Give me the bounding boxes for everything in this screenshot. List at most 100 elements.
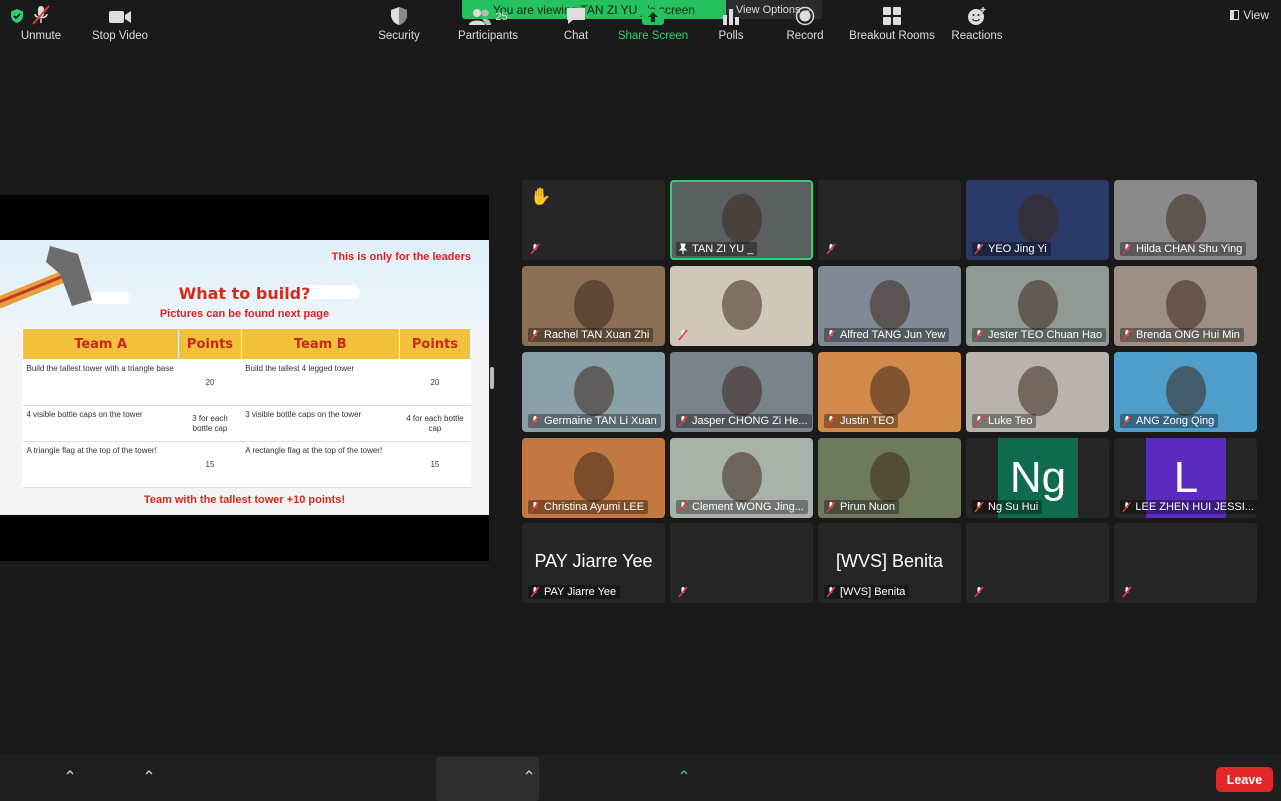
participant-video [1018,366,1058,416]
participant-name: TAN ZI YU _ [692,243,754,255]
participant-name-tag [528,242,548,256]
chat-button[interactable]: Chat [555,0,597,46]
participant-tile[interactable] [818,180,961,260]
participant-tile[interactable]: PAY Jiarre Yee PAY Jiarre Yee [522,523,665,603]
security-button[interactable]: Security [374,0,424,46]
microphone-muted-icon [1122,501,1132,513]
participant-video [574,280,614,330]
participant-tile[interactable]: Germaine TAN Li Xuan [522,352,665,432]
breakout-rooms-button[interactable]: Breakout Rooms [849,0,935,46]
slide-footer: Team with the tallest tower +10 points! [143,494,346,506]
participant-name-tag: Luke Teo [972,414,1037,428]
breakout-rooms-label: Breakout Rooms [849,30,935,42]
reactions-button[interactable]: Reactions [949,0,1005,46]
participant-video [870,452,910,502]
participant-name: Ng Su Hui [988,501,1039,513]
record-label: Record [786,30,824,42]
participant-video [1166,280,1206,330]
unmute-button[interactable]: Unmute [16,0,66,46]
security-label: Security [378,30,420,42]
participant-tile[interactable]: Jasper CHONG Zi He... [670,352,813,432]
participant-tile[interactable]: Rachel TAN Xuan Zhi [522,266,665,346]
microphone-muted-icon [678,415,688,427]
participant-name: Brenda ONG Hui Min [1136,329,1240,341]
table-header: Team B [240,328,400,360]
table-header: Team A [21,328,180,360]
table-cell: 15 [178,441,242,488]
stop-video-label: Stop Video [91,30,149,42]
table-cell: 20 [178,359,242,406]
participant-name: Germaine TAN Li Xuan [544,415,657,427]
chevron-up-icon[interactable] [144,767,154,777]
participant-video [870,366,910,416]
people-icon [469,9,492,25]
participant-name: Alfred TANG Jun Yew [840,329,946,341]
participant-tile[interactable]: Alfred TANG Jun Yew [818,266,961,346]
participant-tile[interactable]: [WVS] Benita [WVS] Benita [818,523,961,603]
microphone-muted-icon [826,501,836,513]
participant-name-tag: LEE ZHEN HUI JESSI... [1120,500,1257,514]
microphone-muted-icon [1122,415,1132,427]
participant-tile[interactable] [670,523,813,603]
table-cell: 3 visible bottle caps on the tower [241,405,400,442]
share-screen-button[interactable]: Share Screen [617,0,689,46]
participant-tile[interactable]: Jester TEO Chuan Hao [966,266,1109,346]
microphone-muted-icon [974,586,984,598]
table-cell: 4 for each bottle cap [399,405,471,442]
participant-name-tag: Rachel TAN Xuan Zhi [528,328,654,342]
participant-tile[interactable]: TAN ZI YU _ [670,180,813,260]
shield-icon [391,7,407,25]
record-button[interactable]: Record [782,0,828,46]
participant-tile[interactable]: Ng Ng Su Hui [966,438,1109,518]
chevron-up-icon[interactable] [65,767,75,777]
polls-button[interactable]: Polls [711,0,751,46]
microphone-muted-icon [1122,243,1132,255]
chevron-up-icon[interactable] [524,767,534,777]
participant-video [870,280,910,330]
participant-tile[interactable]: ANG Zong Qing [1114,352,1257,432]
participant-tile[interactable]: Justin TEO [818,352,961,432]
microphone-muted-icon [826,586,836,598]
split-resize-handle[interactable] [490,367,494,389]
participant-name-tag: TAN ZI YU _ [676,242,758,256]
participant-name-tag: Jasper CHONG Zi He... [676,414,812,428]
participant-tile[interactable]: Brenda ONG Hui Min [1114,266,1257,346]
participant-name: Justin TEO [840,415,895,427]
points-table: Team A Points Team B Points Build the ta… [21,328,472,488]
reactions-label: Reactions [951,30,1003,42]
participant-tile[interactable]: Clement WONG Jing... [670,438,813,518]
participant-display-name: [WVS] Benita [835,551,944,571]
microphone-muted-icon [974,243,984,255]
participant-tile[interactable] [1114,523,1257,603]
chevron-up-icon[interactable] [679,767,689,777]
participant-name-tag: PAY Jiarre Yee [528,585,621,599]
participant-tile[interactable]: Luke Teo [966,352,1109,432]
participant-video [722,452,762,502]
participants-button[interactable]: 25 Participants [452,0,524,46]
view-button[interactable]: View [1230,8,1269,22]
meeting-toolbar [0,755,1281,801]
participant-tile[interactable]: Christina Ayumi LEE [522,438,665,518]
participant-tile[interactable]: Pirun Nuon [818,438,961,518]
participant-video [1166,366,1206,416]
table-header: Points [398,328,472,360]
participant-video [574,366,614,416]
participant-name: [WVS] Benita [840,586,906,598]
participant-video [722,194,762,244]
microphone-muted-icon [1122,329,1132,341]
participant-tile[interactable]: YEO Jing Yi [966,180,1109,260]
leave-button[interactable]: Leave [1216,767,1273,792]
share-screen-label: Share Screen [617,30,689,42]
participant-name-tag [972,585,992,599]
participants-label: Participants [457,30,519,42]
stop-video-button[interactable]: Stop Video [88,0,152,46]
participant-tile[interactable] [670,266,813,346]
participant-name-tag [824,242,844,256]
record-icon [795,6,815,26]
participants-icon-group: 25 [468,8,508,26]
participant-tile[interactable]: ✋ [522,180,665,260]
participant-tile[interactable]: Hilda CHAN Shu Ying [1114,180,1257,260]
participant-video [722,366,762,416]
participant-tile[interactable] [966,523,1109,603]
participant-tile[interactable]: L LEE ZHEN HUI JESSI... [1114,438,1257,518]
